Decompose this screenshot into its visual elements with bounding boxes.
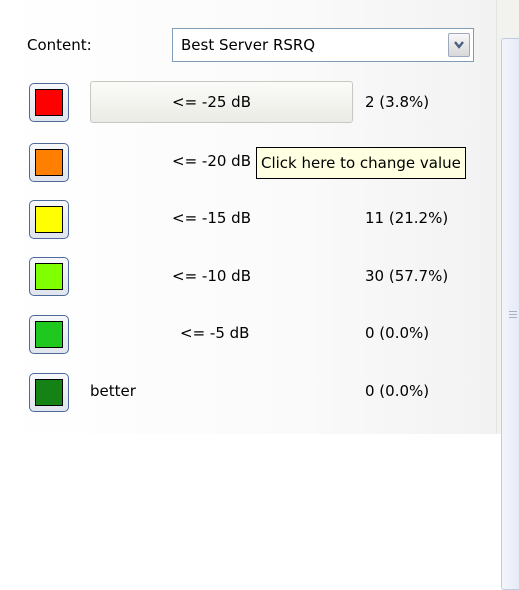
count-label: 0 (0.0%) xyxy=(365,382,430,400)
color-swatch-fill xyxy=(35,321,63,348)
color-swatch-fill xyxy=(35,149,63,176)
scrollbar-grip-icon xyxy=(509,311,517,318)
color-swatch-fill xyxy=(35,379,63,406)
color-swatch-fill xyxy=(35,206,63,233)
color-swatch-button[interactable] xyxy=(29,200,69,239)
threshold-label[interactable]: <= -10 dB xyxy=(172,267,251,285)
count-label: 11 (21.2%) xyxy=(365,209,449,227)
threshold-label[interactable]: <= -5 dB xyxy=(180,324,249,342)
content-label: Content: xyxy=(27,36,92,54)
dropdown-arrow-button[interactable] xyxy=(448,33,470,57)
threshold-label[interactable]: <= -20 dB xyxy=(172,152,251,170)
content-dropdown-value: Best Server RSRQ xyxy=(181,36,316,54)
color-swatch-fill xyxy=(35,89,63,116)
color-swatch-button[interactable] xyxy=(29,257,69,296)
color-swatch-button[interactable] xyxy=(29,373,69,412)
tooltip: Click here to change value xyxy=(256,147,466,179)
content-dropdown[interactable]: Best Server RSRQ xyxy=(172,28,474,62)
threshold-label: better xyxy=(90,382,136,400)
color-swatch-button[interactable] xyxy=(29,315,69,354)
color-swatch-fill xyxy=(35,263,63,290)
chevron-down-icon xyxy=(454,41,464,49)
threshold-label[interactable]: <= -15 dB xyxy=(172,209,251,227)
count-label: 30 (57.7%) xyxy=(365,267,449,285)
threshold-label: <= -25 dB xyxy=(172,93,251,111)
color-swatch-button[interactable] xyxy=(29,83,69,122)
count-label: 2 (3.8%) xyxy=(365,93,430,111)
color-swatch-button[interactable] xyxy=(29,143,69,182)
count-label: 0 (0.0%) xyxy=(365,324,430,342)
